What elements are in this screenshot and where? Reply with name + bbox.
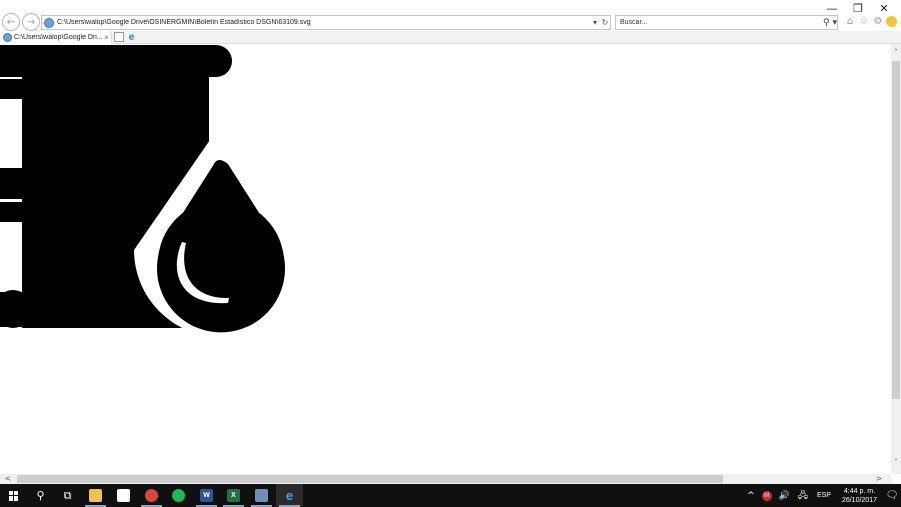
feedback-smiley-icon[interactable] [886,16,897,27]
tab-active[interactable]: C:\Users\walop\Google Dri... × [0,31,112,44]
search-bar[interactable]: Buscar... ⚲ ▾ [615,15,838,30]
action-center-button[interactable]: 🗨 [883,484,901,507]
volume-icon[interactable]: 🔊 [779,491,790,501]
search-icon: ⚲ [36,489,45,502]
excel-icon: X [227,489,240,502]
taskbar-search-button[interactable]: ⚲ [27,484,54,507]
input-language[interactable]: ESP [817,492,831,499]
clock-time: 4:44 p. m. [843,487,876,495]
address-dropdown-icon[interactable]: ▾ [590,18,600,27]
start-button[interactable] [0,484,27,507]
page-favicon-icon [44,17,54,28]
address-text[interactable]: C:\Users\walop\Google Drive\OSINERGMIN\B… [57,19,590,26]
file-explorer-icon [89,489,102,502]
network-icon[interactable]: 🖧 [798,488,808,504]
oil-barrel-drop-icon [0,45,300,337]
taskbar-chrome[interactable] [138,484,165,507]
taskbar-internet-explorer[interactable]: e [276,484,303,507]
search-icon[interactable]: ⚲ ▾ [823,18,837,28]
scroll-right-icon[interactable]: > [873,474,885,484]
show-hidden-icons-chevron-icon[interactable]: ^ [747,491,755,501]
chrome-icon [145,489,158,502]
settings-gear-icon[interactable]: ⚙ [872,15,884,28]
scroll-up-icon[interactable]: ˄ [891,47,901,59]
browser-window: — ❐ ✕ ← → C:\Users\walop\Google Drive\OS… [0,0,901,507]
taskbar-word[interactable]: W [193,484,220,507]
ie-tab-icon[interactable]: e [126,32,137,43]
address-bar[interactable]: C:\Users\walop\Google Drive\OSINERGMIN\B… [41,15,611,30]
window-controls: — ❐ ✕ [819,1,897,15]
browser-toolbar: — ❐ ✕ ← → C:\Users\walop\Google Drive\OS… [0,0,901,31]
restore-button[interactable]: ❐ [845,1,871,15]
favorites-icon[interactable]: ☆ [858,15,870,28]
close-window-button[interactable]: ✕ [871,1,897,15]
antivirus-badge-icon[interactable]: M [761,490,772,501]
system-tray: ^ M 🔊 🖧 ESP 4:44 p. m. 26/10/2017 🗨 [743,484,901,507]
minimize-button[interactable]: — [819,1,845,15]
taskbar-mail[interactable] [110,484,137,507]
tab-favicon-icon [3,33,12,42]
scroll-left-icon[interactable]: < [2,474,14,484]
browser-tools: ⌂ ☆ ⚙ [844,15,897,29]
back-button[interactable]: ← [2,13,20,31]
refresh-icon[interactable]: ↻ [600,18,610,27]
tab-label: C:\Users\walop\Google Dri... [14,34,102,41]
task-view-icon: ⧉ [63,488,72,502]
horizontal-scroll-thumb[interactable] [17,475,723,483]
search-input[interactable]: Buscar... [616,19,823,26]
page-content [0,44,891,474]
word-icon: W [200,489,213,502]
spotify-icon [172,489,185,502]
vertical-scrollbar[interactable]: ˄ ˅ [891,44,901,474]
clock-date: 26/10/2017 [841,496,877,504]
windows-logo-icon [8,490,19,501]
taskbar-excel[interactable]: X [220,484,247,507]
clock[interactable]: 4:44 p. m. 26/10/2017 [842,487,877,505]
tab-strip: C:\Users\walop\Google Dri... × e [0,31,901,44]
task-view-button[interactable]: ⧉ [54,484,81,507]
internet-explorer-icon: e [285,488,294,503]
horizontal-scrollbar[interactable]: < > [0,474,891,484]
mail-icon [117,489,130,502]
taskbar-file-explorer[interactable] [82,484,109,507]
forward-button[interactable]: → [22,13,40,31]
taskbar: ⚲ ⧉ W X e ^ M 🔊 🖧 ESP 4:44 p. m. 26/10/2… [0,484,901,507]
taskbar-spotify[interactable] [165,484,192,507]
scroll-down-icon[interactable]: ˅ [891,457,901,469]
tab-close-icon[interactable]: × [102,33,111,42]
vertical-scroll-thumb[interactable] [892,61,900,399]
taskbar-app-window[interactable] [248,484,275,507]
app-window-icon [255,489,268,502]
new-tab-button[interactable] [114,32,124,42]
notification-icon: 🗨 [885,490,899,501]
home-icon[interactable]: ⌂ [844,15,856,28]
